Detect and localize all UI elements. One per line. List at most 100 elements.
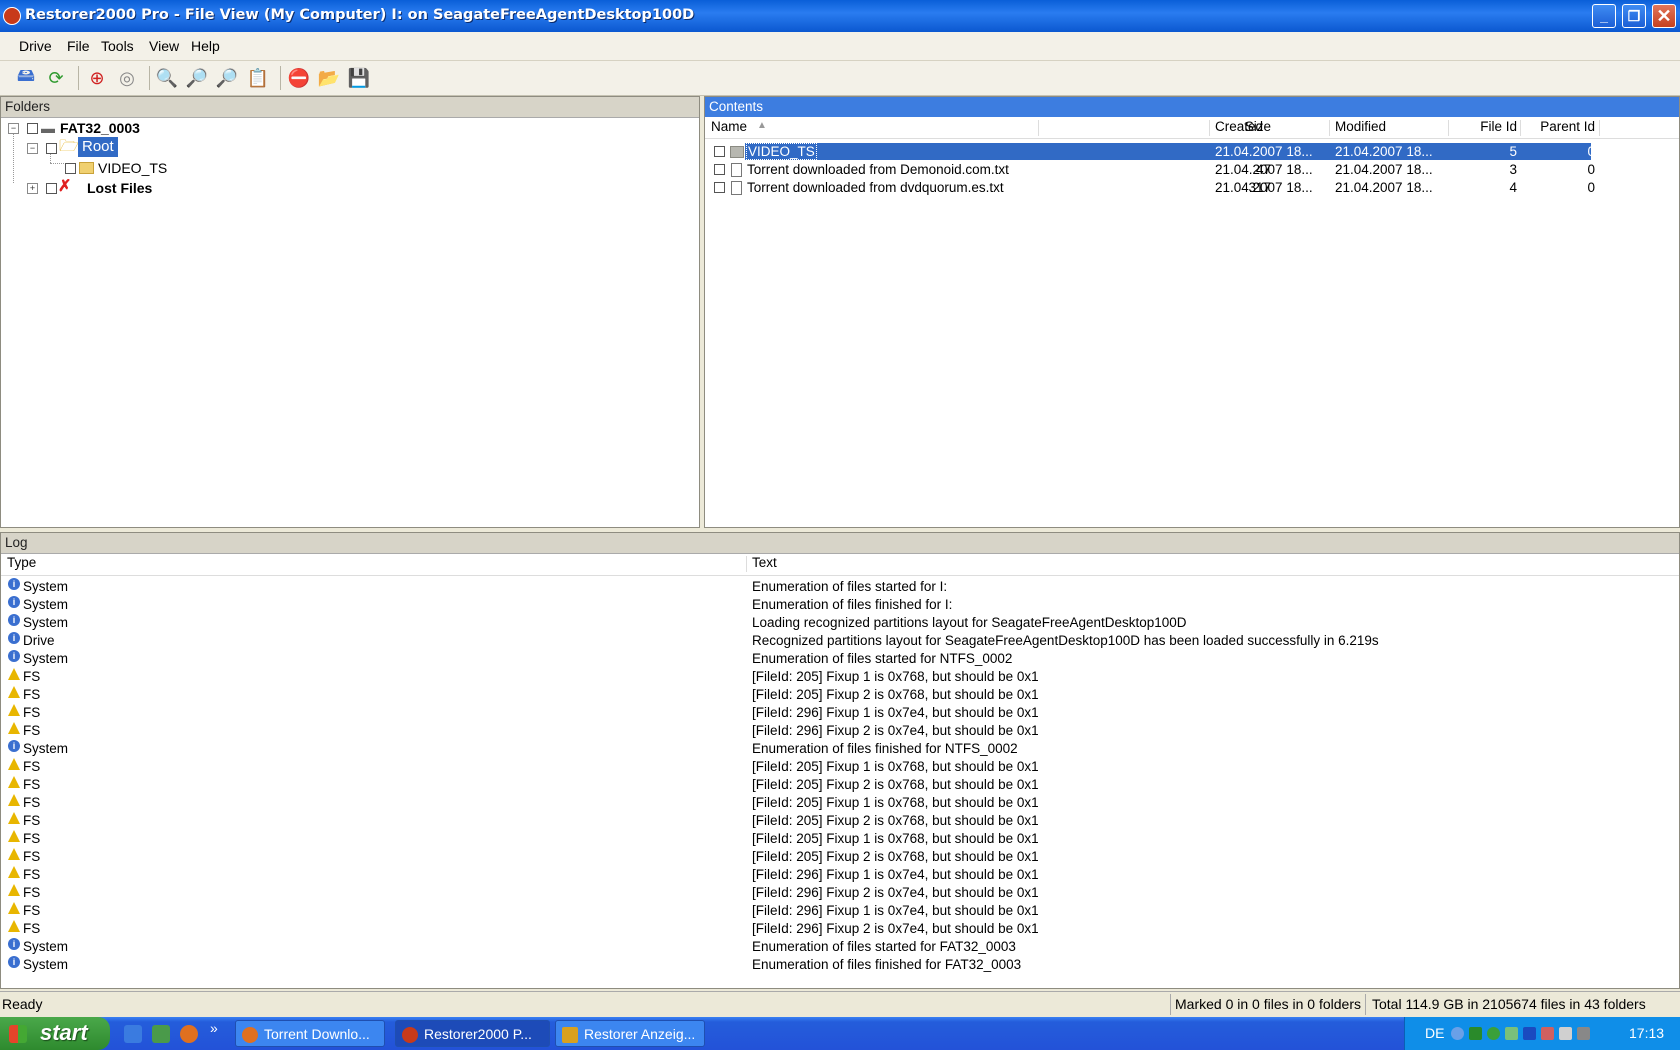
log-row[interactable]: i System Loading recognized partitions lay… xyxy=(1,614,1679,632)
network-icon[interactable] xyxy=(1451,1027,1464,1040)
column-file-id[interactable]: File Id xyxy=(1455,119,1517,134)
find-next-button[interactable]: 🔎 xyxy=(215,66,239,90)
table-row[interactable]: VIDEO_TS 21.04.2007 18... 21.04.2007 18.… xyxy=(705,143,1680,160)
log-row[interactable]: i Drive Recognized partitions layout for S… xyxy=(1,632,1679,650)
id-tray-icon[interactable] xyxy=(1541,1027,1554,1040)
menu-tools[interactable]: Tools xyxy=(101,38,134,54)
signal-strength-icon[interactable] xyxy=(1505,1027,1518,1040)
log-row[interactable]: FS [FileId: 205] Fixup 2 is 0x768, but sh… xyxy=(1,812,1679,830)
usb-icon[interactable] xyxy=(1559,1027,1572,1040)
column-divider[interactable] xyxy=(746,556,747,572)
close-button[interactable]: ✕ xyxy=(1652,4,1676,28)
copy-button[interactable]: 📋 xyxy=(246,66,270,90)
column-divider[interactable] xyxy=(1448,120,1449,136)
collapse-icon[interactable]: − xyxy=(8,123,19,134)
column-modified[interactable]: Modified xyxy=(1335,119,1386,134)
quicklaunch-overflow-icon[interactable]: » xyxy=(210,1020,218,1036)
column-divider[interactable] xyxy=(1599,120,1600,136)
log-row[interactable]: i System Enumeration of files started for … xyxy=(1,938,1679,956)
log-row[interactable]: FS [FileId: 205] Fixup 2 is 0x768, but sh… xyxy=(1,686,1679,704)
column-divider[interactable] xyxy=(1038,120,1039,136)
tree-checkbox[interactable] xyxy=(46,183,57,194)
start-button[interactable]: start xyxy=(0,1017,110,1050)
menu-view[interactable]: View xyxy=(149,38,179,54)
column-parent-id[interactable]: Parent Id xyxy=(1525,119,1595,134)
log-type: FS xyxy=(23,795,41,810)
tree-checkbox[interactable] xyxy=(46,143,57,154)
display-icon[interactable] xyxy=(1577,1027,1590,1040)
log-text: [FileId: 205] Fixup 1 is 0x768, but shou… xyxy=(752,831,1039,846)
log-row[interactable]: FS [FileId: 296] Fixup 2 is 0x7e4, but sh… xyxy=(1,722,1679,740)
tree-checkbox[interactable] xyxy=(27,123,38,134)
log-row[interactable]: FS [FileId: 296] Fixup 1 is 0x7e4, but sh… xyxy=(1,866,1679,884)
find-previous-button[interactable]: 🔎 xyxy=(185,66,209,90)
column-divider[interactable] xyxy=(1209,120,1210,136)
collapse-icon[interactable]: − xyxy=(27,143,38,154)
log-text: [FileId: 296] Fixup 1 is 0x7e4, but shou… xyxy=(752,867,1039,882)
search-next-icon: 🔎 xyxy=(215,67,239,88)
firefox-icon[interactable] xyxy=(180,1025,198,1043)
log-row[interactable]: FS [FileId: 205] Fixup 1 is 0x768, but sh… xyxy=(1,794,1679,812)
log-row[interactable]: FS [FileId: 205] Fixup 2 is 0x768, but sh… xyxy=(1,776,1679,794)
show-desktop-icon[interactable] xyxy=(152,1025,170,1043)
taskbar-item-restorer[interactable]: Restorer2000 P... xyxy=(395,1020,550,1047)
minimize-button[interactable]: _ xyxy=(1592,4,1616,28)
log-row[interactable]: i System Enumeration of files started for … xyxy=(1,578,1679,596)
log-row[interactable]: i System Enumeration of files started for … xyxy=(1,650,1679,668)
row-checkbox[interactable] xyxy=(714,146,725,157)
column-type[interactable]: Type xyxy=(7,555,36,570)
row-checkbox[interactable] xyxy=(714,164,725,175)
info-icon: i xyxy=(8,578,20,590)
internet-explorer-icon[interactable] xyxy=(124,1025,142,1043)
maximize-button[interactable]: ❐ xyxy=(1622,4,1646,28)
menu-file[interactable]: File xyxy=(67,38,90,54)
find-button[interactable]: 🔍 xyxy=(155,66,179,90)
taskbar-item-restorer-viewer[interactable]: Restorer Anzeig... xyxy=(555,1020,705,1047)
column-divider[interactable] xyxy=(1329,120,1330,136)
log-text: Enumeration of files started for I: xyxy=(752,579,948,594)
column-text[interactable]: Text xyxy=(752,555,777,570)
windows-logo-icon xyxy=(9,1025,27,1043)
log-row[interactable]: i System Enumeration of files finished for… xyxy=(1,956,1679,974)
tree-checkbox[interactable] xyxy=(65,163,76,174)
row-checkbox[interactable] xyxy=(714,182,725,193)
tree-item-fat32[interactable]: − ▬ FAT32_0003 xyxy=(1,119,691,137)
log-row[interactable]: FS [FileId: 205] Fixup 2 is 0x768, but sh… xyxy=(1,848,1679,866)
table-row[interactable]: Torrent downloaded from dvdquorum.es.txt… xyxy=(705,179,1680,196)
recover-marked-button[interactable]: 💾 xyxy=(347,66,371,90)
column-created[interactable]: Created xyxy=(1215,119,1263,134)
menu-drive[interactable]: Drive xyxy=(19,38,52,54)
scan-region-button[interactable]: ◎ xyxy=(115,66,139,90)
log-row[interactable]: FS [FileId: 205] Fixup 1 is 0x768, but sh… xyxy=(1,830,1679,848)
log-row[interactable]: FS [FileId: 296] Fixup 1 is 0x7e4, but sh… xyxy=(1,704,1679,722)
log-row[interactable]: FS [FileId: 205] Fixup 1 is 0x768, but sh… xyxy=(1,668,1679,686)
log-row[interactable]: FS [FileId: 296] Fixup 1 is 0x7e4, but sh… xyxy=(1,902,1679,920)
stop-button[interactable]: ⛔ xyxy=(287,66,311,90)
language-indicator[interactable]: DE xyxy=(1425,1025,1444,1041)
log-row[interactable]: i System Enumeration of files finished for… xyxy=(1,596,1679,614)
tray-app-icon[interactable] xyxy=(1469,1027,1482,1040)
log-row[interactable]: FS [FileId: 205] Fixup 1 is 0x768, but sh… xyxy=(1,758,1679,776)
log-row[interactable]: FS [FileId: 296] Fixup 2 is 0x7e4, but sh… xyxy=(1,884,1679,902)
refresh-button[interactable]: ⟳ xyxy=(44,66,68,90)
contents-header: Contents xyxy=(705,97,1679,117)
column-name[interactable]: Name xyxy=(711,119,747,134)
recover-button[interactable]: 📂 xyxy=(317,66,341,90)
bluetooth-icon[interactable] xyxy=(1523,1027,1536,1040)
taskbar-item-torrent[interactable]: Torrent Downlo... xyxy=(235,1020,385,1047)
expand-icon[interactable]: + xyxy=(27,183,38,194)
cell-modified: 21.04.2007 18... xyxy=(1335,162,1433,177)
table-row[interactable]: Torrent downloaded from Demonoid.com.txt… xyxy=(705,161,1680,178)
tree-item-root[interactable]: − 🗁 Root xyxy=(1,137,691,157)
column-divider[interactable] xyxy=(1520,120,1521,136)
log-row[interactable]: i System Enumeration of files finished for… xyxy=(1,740,1679,758)
menu-help[interactable]: Help xyxy=(191,38,220,54)
tree-item-lost-files[interactable]: + ✗ Lost Files xyxy=(1,178,691,197)
title-bar[interactable]: Restorer2000 Pro - File View (My Compute… xyxy=(0,0,1680,32)
app-icon[interactable] xyxy=(3,7,21,25)
select-drive-button[interactable]: 🖴 xyxy=(14,65,38,90)
tree-item-video-ts[interactable]: VIDEO_TS xyxy=(1,159,691,177)
torrent-client-icon[interactable] xyxy=(1487,1027,1500,1040)
log-row[interactable]: FS [FileId: 296] Fixup 2 is 0x7e4, but sh… xyxy=(1,920,1679,938)
add-region-button[interactable]: ⊕ xyxy=(85,66,109,90)
